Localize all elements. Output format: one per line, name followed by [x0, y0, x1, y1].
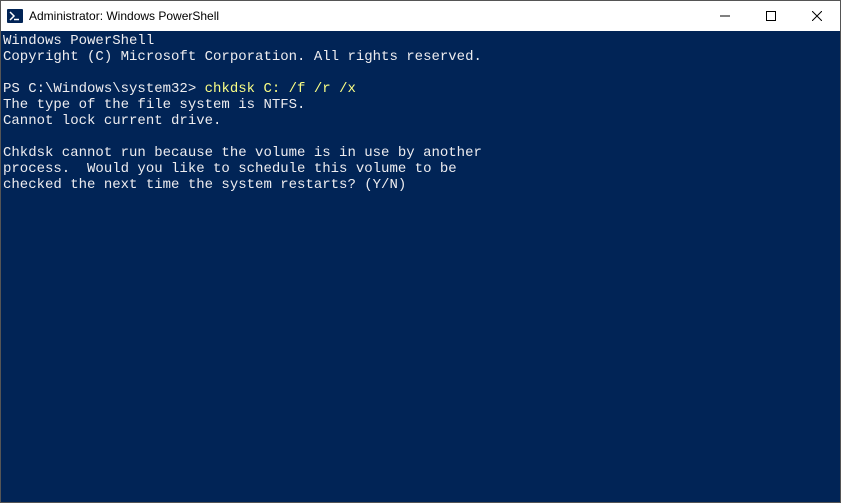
window-title: Administrator: Windows PowerShell: [29, 9, 219, 23]
minimize-button[interactable]: [702, 1, 748, 31]
terminal-area[interactable]: Windows PowerShell Copyright (C) Microso…: [1, 31, 840, 502]
terminal-line: Copyright (C) Microsoft Corporation. All…: [3, 49, 482, 65]
terminal-command: chkdsk C: /f /r /x: [205, 81, 356, 97]
terminal-prompt: PS C:\Windows\system32>: [3, 81, 205, 97]
minimize-icon: [720, 11, 730, 21]
maximize-icon: [766, 11, 776, 21]
close-icon: [812, 11, 822, 21]
terminal-line: checked the next time the system restart…: [3, 177, 406, 193]
maximize-button[interactable]: [748, 1, 794, 31]
close-button[interactable]: [794, 1, 840, 31]
powershell-window: Administrator: Windows PowerShell Window…: [0, 0, 841, 503]
terminal-line: The type of the file system is NTFS.: [3, 97, 305, 113]
powershell-icon: [7, 8, 23, 24]
terminal-line: process. Would you like to schedule this…: [3, 161, 457, 177]
terminal-line: Chkdsk cannot run because the volume is …: [3, 145, 482, 161]
terminal-line: Cannot lock current drive.: [3, 113, 221, 129]
titlebar[interactable]: Administrator: Windows PowerShell: [1, 1, 840, 31]
window-controls: [702, 1, 840, 31]
terminal-line: Windows PowerShell: [3, 33, 154, 49]
titlebar-left: Administrator: Windows PowerShell: [7, 8, 219, 24]
